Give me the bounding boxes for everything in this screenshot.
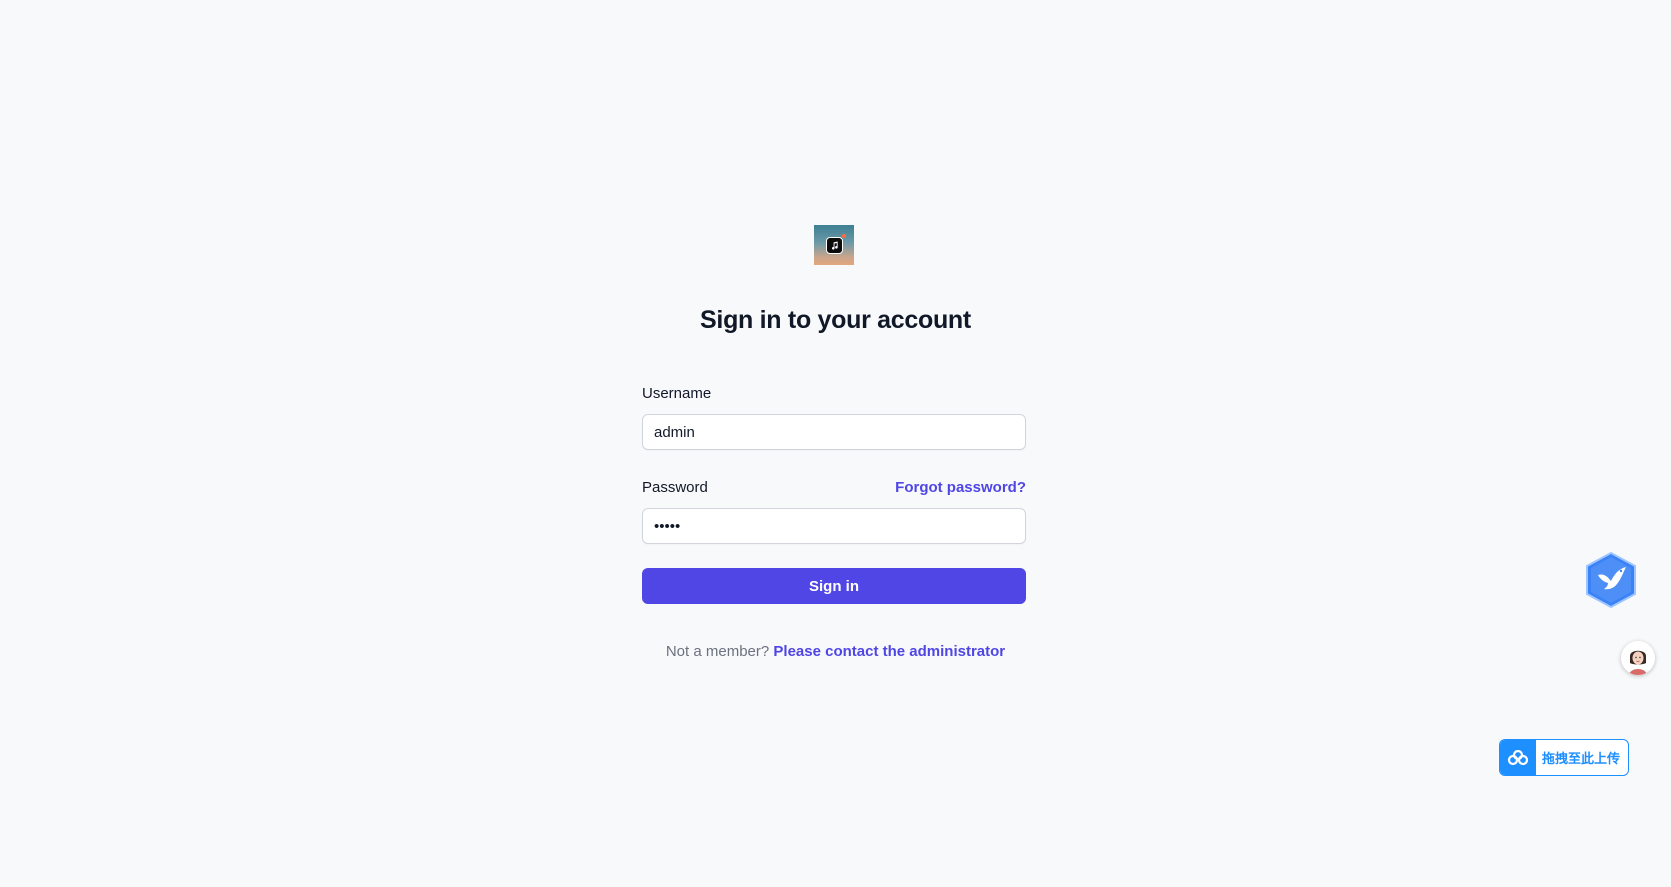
page-title: Sign in to your account [700,306,971,334]
avatar[interactable] [1621,641,1655,675]
login-form: Username Password Forgot password? Sign … [642,384,1026,604]
password-input[interactable] [642,508,1026,544]
app-logo [814,225,854,265]
upload-label: 拖拽至此上传 [1542,752,1621,767]
username-label: Username [642,384,712,402]
cloud-link-icon [1500,740,1536,775]
password-label-row: Password Forgot password? [642,478,1026,496]
contact-admin-link[interactable]: Please contact the administrator [773,643,1005,660]
username-label-row: Username [642,384,1026,402]
signup-prompt: Not a member? Please contact the adminis… [0,643,1671,660]
sign-in-button[interactable]: Sign in [642,568,1026,604]
login-page: Sign in to your account Username Passwor… [0,0,1671,887]
music-note-icon [825,233,846,254]
password-label: Password [642,478,708,496]
bird-assistant-icon[interactable] [1584,551,1638,609]
notification-dot [841,233,846,238]
not-member-text: Not a member? [665,643,770,660]
username-input[interactable] [642,414,1026,450]
forgot-password-link[interactable]: Forgot password? [895,479,1026,496]
drag-upload-widget[interactable]: 拖拽至此上传 [1499,739,1629,776]
